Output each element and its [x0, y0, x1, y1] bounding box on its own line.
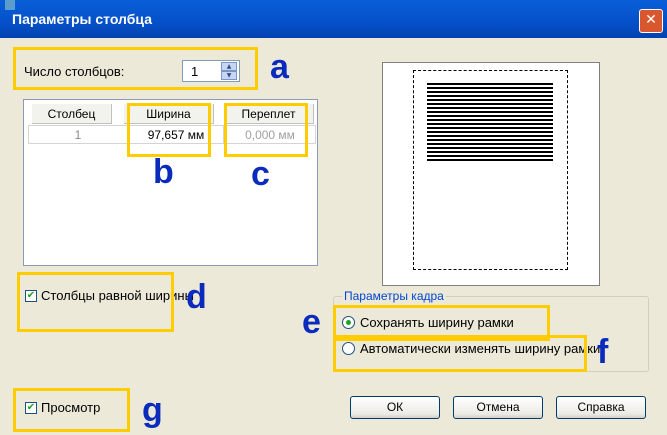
close-icon: ✕ — [645, 12, 657, 28]
title-bar[interactable]: Параметры столбца ✕ — [0, 0, 667, 38]
ok-button[interactable]: ОК — [350, 396, 440, 419]
window-title: Параметры столбца — [12, 11, 152, 27]
highlight-box-c — [224, 103, 308, 157]
annotation-c: c — [251, 155, 270, 193]
annotation-f: f — [597, 333, 609, 371]
column-settings-dialog: Параметры столбца ✕ Число столбцов: 1 ▲ … — [0, 0, 667, 435]
column-header-column: Столбец — [32, 104, 112, 124]
close-button[interactable]: ✕ — [639, 9, 663, 33]
highlight-box-d — [17, 272, 174, 332]
annotation-d: d — [186, 278, 207, 316]
row-column-number: 1 — [28, 125, 128, 144]
highlight-box-g — [13, 388, 130, 432]
annotation-e: e — [302, 303, 321, 341]
highlight-box-a — [13, 47, 258, 90]
highlight-box-b — [127, 103, 211, 157]
cancel-button[interactable]: Отмена — [453, 396, 543, 419]
help-button[interactable]: Справка — [556, 396, 646, 419]
annotation-b: b — [153, 153, 174, 191]
background-accent — [5, 0, 15, 10]
preview-text-lines — [427, 83, 553, 163]
annotation-a: a — [270, 48, 289, 86]
highlight-box-f — [333, 335, 587, 372]
frame-settings-legend: Параметры кадра — [342, 289, 446, 303]
annotation-g: g — [142, 391, 163, 429]
